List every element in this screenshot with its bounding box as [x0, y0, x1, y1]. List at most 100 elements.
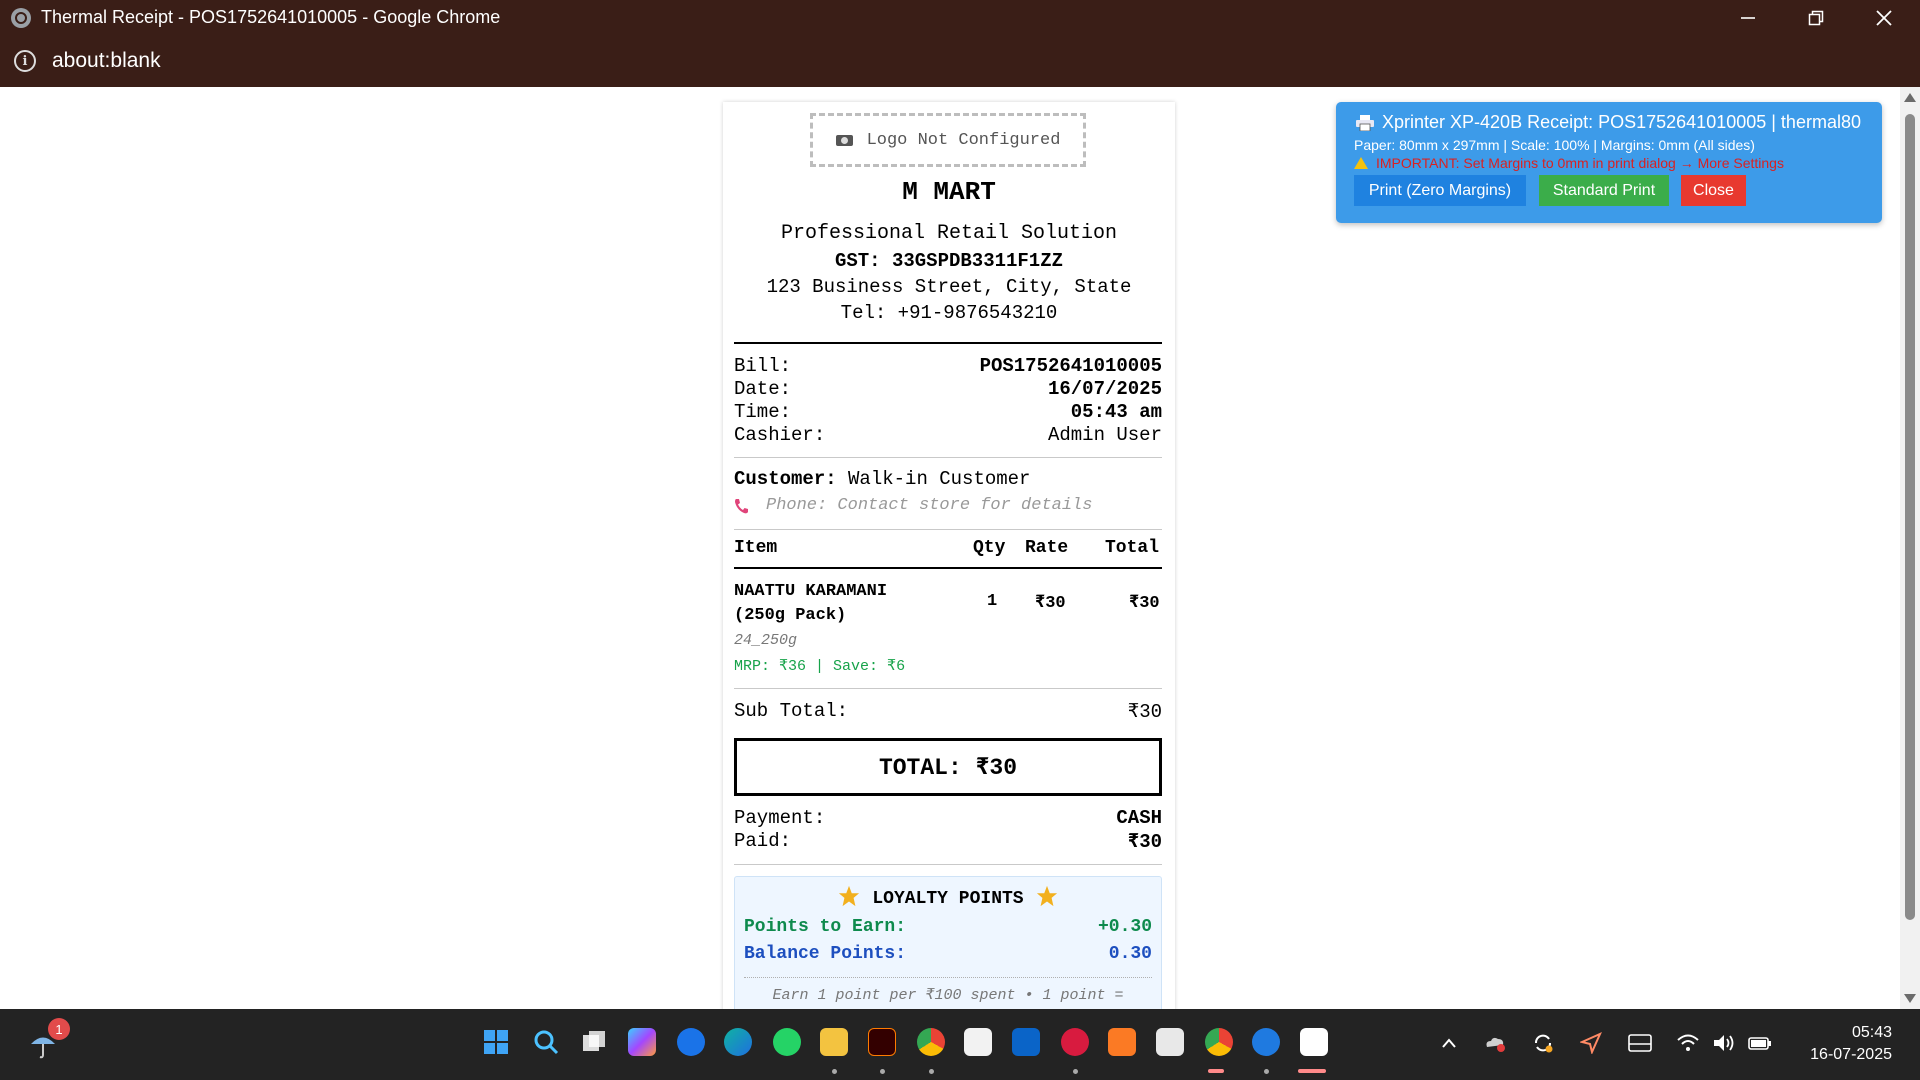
date-label: Date:: [734, 378, 792, 400]
phone-text: Phone: Contact store for details: [766, 496, 1093, 515]
payment-value: CASH: [1116, 807, 1162, 829]
camera-icon: [835, 134, 853, 146]
printer-panel-title: Xprinter XP-420B Receipt: POS17526410100…: [1356, 112, 1861, 133]
printer-panel: Xprinter XP-420B Receipt: POS17526410100…: [1336, 102, 1882, 223]
star-icon: [839, 885, 860, 907]
close-panel-button[interactable]: Close: [1681, 175, 1746, 206]
running-indicator: [832, 1069, 837, 1074]
snipping-tool-icon[interactable]: [1156, 1028, 1184, 1056]
restore-button[interactable]: [1782, 0, 1850, 35]
divider: [744, 977, 1152, 978]
app-8-icon[interactable]: [1061, 1028, 1089, 1056]
logo-placeholder: Logo Not Configured: [810, 113, 1086, 167]
loyalty-heading: LOYALTY POINTS: [735, 885, 1161, 909]
divider: [734, 688, 1162, 689]
whatsapp-icon[interactable]: [773, 1028, 801, 1056]
copilot-icon[interactable]: [628, 1028, 656, 1056]
bill-label: Bill:: [734, 355, 792, 377]
store-tagline: Professional Retail Solution: [780, 222, 1118, 245]
star-icon: [1036, 885, 1057, 907]
scroll-up-icon[interactable]: [1904, 93, 1916, 102]
printer-details: Paper: 80mm x 297mm | Scale: 100% | Marg…: [1354, 137, 1755, 153]
edge-icon[interactable]: [724, 1028, 752, 1056]
xampp-icon[interactable]: [1108, 1028, 1136, 1056]
running-indicator: [1073, 1069, 1078, 1074]
printer-icon: [1356, 114, 1374, 131]
payment-row: Payment: CASH: [734, 807, 1162, 829]
minimize-button[interactable]: [1714, 0, 1782, 35]
windows-start-icon[interactable]: [482, 1028, 510, 1056]
cashier-row: Cashier: Admin User: [734, 424, 1162, 446]
points-to-earn-label: Points to Earn:: [744, 917, 907, 937]
date-row: Date: 16/07/2025: [734, 378, 1162, 400]
customer-label: Customer:: [734, 468, 837, 490]
weather-badge: 1: [48, 1018, 70, 1040]
thermal-receipt: Logo Not Configured M MART Professional …: [723, 102, 1175, 1009]
task-view-icon[interactable]: [580, 1028, 608, 1056]
divider: [734, 457, 1162, 458]
phone-icon: [735, 498, 748, 513]
clock-date: 16-07-2025: [1810, 1046, 1892, 1063]
window-title-bar: Thermal Receipt - POS1752641010005 - Goo…: [0, 0, 1920, 35]
balance-points-label: Balance Points:: [744, 944, 907, 964]
page-viewport: Logo Not Configured M MART Professional …: [0, 87, 1900, 1009]
gst-number: GST: 33GSPDB3311F1ZZ: [834, 250, 1064, 272]
points-to-earn-row: Points to Earn: +0.30: [744, 917, 1152, 937]
info-icon[interactable]: i: [14, 50, 36, 72]
clock-time: 05:43: [1851, 1024, 1892, 1041]
column-qty: Qty: [973, 538, 1006, 558]
tray-overflow-icon[interactable]: [1437, 1031, 1461, 1055]
close-window-button[interactable]: [1850, 0, 1918, 35]
divider: [734, 864, 1162, 865]
app-blue-icon[interactable]: [1252, 1028, 1280, 1056]
column-item: Item: [734, 538, 778, 558]
capcut-icon[interactable]: [1300, 1028, 1328, 1056]
sync-icon[interactable]: [1531, 1031, 1555, 1055]
printer-title-text: Xprinter XP-420B Receipt: POS17526410100…: [1382, 112, 1861, 132]
time-value: 05:43 am: [1070, 401, 1162, 423]
balance-points-row: Balance Points: 0.30: [744, 944, 1152, 964]
logo-placeholder-text: Logo Not Configured: [866, 130, 1061, 150]
running-indicator: [929, 1069, 934, 1074]
item-mrp-save: MRP: ₹36 | Save: ₹6: [734, 658, 906, 675]
cashier-value: Admin User: [1047, 424, 1162, 446]
taskbar: 1 05:43 16-07-2025: [0, 1009, 1920, 1080]
file-explorer-icon[interactable]: [820, 1028, 848, 1056]
loyalty-note: Earn 1 point per ₹100 spent • 1 point =: [772, 987, 1124, 1004]
active-indicator: [1298, 1069, 1326, 1073]
system-clock[interactable]: 05:43 16-07-2025: [1810, 1022, 1892, 1066]
store-phone: Tel: +91-9876543210: [840, 302, 1058, 324]
customer-phone: Phone: Contact store for details: [734, 496, 1092, 515]
standard-print-button[interactable]: Standard Print: [1539, 175, 1669, 206]
onedrive-icon[interactable]: [1483, 1031, 1507, 1055]
app-store-icon[interactable]: [677, 1028, 705, 1056]
item-sku: 24_250g: [734, 632, 798, 649]
item-name: NAATTU KARAMANI (250g Pack): [734, 582, 888, 625]
volume-icon[interactable]: [1712, 1031, 1736, 1055]
print-zero-margins-button[interactable]: Print (Zero Margins): [1354, 175, 1526, 206]
scrollbar-thumb[interactable]: [1905, 114, 1915, 920]
cashier-label: Cashier:: [734, 424, 826, 446]
subtotal-value: ₹30: [1127, 701, 1162, 723]
paid-label: Paid:: [734, 830, 792, 852]
outlook-icon[interactable]: [1012, 1028, 1040, 1056]
active-indicator: [1208, 1069, 1224, 1073]
customer-line: Customer: Walk-in Customer: [734, 468, 1030, 490]
url-text[interactable]: about:blank: [52, 49, 161, 73]
window-title: Thermal Receipt - POS1752641010005 - Goo…: [41, 7, 501, 27]
date-value: 16/07/2025: [1047, 378, 1162, 400]
chrome-icon[interactable]: [917, 1028, 945, 1056]
keyboard-layout-icon[interactable]: [1628, 1031, 1652, 1055]
location-icon[interactable]: [1579, 1031, 1603, 1055]
battery-icon[interactable]: [1748, 1031, 1772, 1055]
scroll-down-icon[interactable]: [1904, 994, 1916, 1003]
microsoft-store-icon[interactable]: [964, 1028, 992, 1056]
loyalty-heading-text: LOYALTY POINTS: [872, 889, 1024, 909]
wifi-icon[interactable]: [1676, 1031, 1700, 1055]
chrome-profile-icon[interactable]: [1205, 1028, 1233, 1056]
page-scrollbar[interactable]: [1900, 87, 1920, 1009]
divider: [734, 529, 1162, 530]
bill-value: POS1752641010005: [979, 355, 1162, 377]
search-icon[interactable]: [532, 1028, 560, 1056]
illustrator-icon[interactable]: [868, 1028, 896, 1056]
